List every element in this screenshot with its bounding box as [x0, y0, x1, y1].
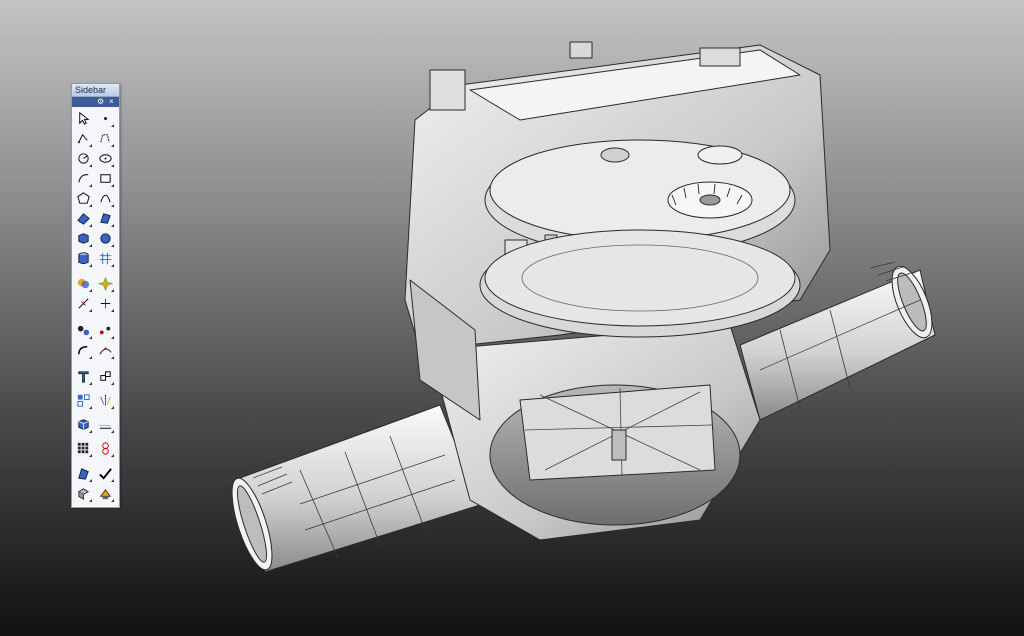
boolean-icon[interactable] [75, 275, 92, 292]
arc-icon[interactable] [75, 170, 92, 187]
submenu-indicator [89, 184, 92, 187]
fillet-icon[interactable] [75, 342, 92, 359]
join-icon[interactable] [97, 342, 114, 359]
submenu-indicator [111, 309, 114, 312]
polygon-icon[interactable] [75, 190, 92, 207]
submenu-indicator [89, 454, 92, 457]
submenu-indicator [111, 124, 114, 127]
submenu-indicator [89, 382, 92, 385]
sidebar-title: Sidebar [72, 84, 119, 97]
split-icon[interactable] [97, 295, 114, 312]
ellipse-icon[interactable] [97, 150, 114, 167]
submenu-indicator [111, 356, 114, 359]
grid-icon[interactable] [75, 440, 92, 457]
submenu-indicator [89, 204, 92, 207]
submenu-indicator [89, 356, 92, 359]
submenu-indicator [89, 244, 92, 247]
trim-icon[interactable] [75, 295, 92, 312]
circle-icon[interactable] [75, 150, 92, 167]
sidebar-header-strip: ⚙ × [72, 97, 119, 107]
submenu-indicator [111, 382, 114, 385]
curve-tools-icon[interactable] [97, 190, 114, 207]
sphere-solid-icon[interactable] [97, 230, 114, 247]
submenu-indicator [89, 336, 92, 339]
submenu-indicator [111, 479, 114, 482]
submenu-indicator [111, 184, 114, 187]
submenu-indicator [89, 264, 92, 267]
inlet-pipe-left [231, 404, 481, 573]
submenu-indicator [111, 499, 114, 502]
submenu-indicator [111, 224, 114, 227]
sidebar-panel[interactable]: Sidebar ⚙ × [71, 83, 120, 508]
model-viewport[interactable] [0, 0, 1024, 636]
lower-body [429, 324, 761, 541]
hide-icon[interactable] [75, 485, 92, 502]
point-icon[interactable] [97, 110, 114, 127]
submenu-indicator [89, 224, 92, 227]
explode-icon[interactable] [97, 275, 114, 292]
submenu-indicator [111, 144, 114, 147]
submenu-indicator [89, 289, 92, 292]
mesh-icon[interactable] [97, 250, 114, 267]
analyze-icon[interactable] [97, 440, 114, 457]
submenu-indicator [111, 430, 114, 433]
submenu-indicator [111, 164, 114, 167]
curve-control-points-icon[interactable] [97, 130, 114, 147]
close-icon[interactable]: × [109, 97, 114, 107]
submenu-indicator [111, 289, 114, 292]
submenu-indicator [111, 264, 114, 267]
array-icon[interactable] [75, 392, 92, 409]
lower-support-plate [479, 229, 801, 338]
surface-icon[interactable] [75, 210, 92, 227]
cylinder-solid-icon[interactable] [75, 250, 92, 267]
text-icon[interactable] [75, 368, 92, 385]
submenu-indicator [89, 499, 92, 502]
surface-edit-icon[interactable] [97, 210, 114, 227]
check-icon[interactable] [97, 465, 114, 482]
submenu-indicator [111, 244, 114, 247]
group-icon[interactable] [75, 322, 92, 339]
lock-icon[interactable] [97, 485, 114, 502]
submenu-indicator [111, 454, 114, 457]
water-meter-model[interactable] [224, 41, 940, 574]
dimension-icon[interactable] [97, 416, 114, 433]
submenu-indicator [89, 479, 92, 482]
submenu-indicator [89, 430, 92, 433]
point-edit-icon[interactable] [97, 322, 114, 339]
block-icon[interactable] [75, 416, 92, 433]
submenu-indicator [89, 406, 92, 409]
mirror-icon[interactable] [97, 392, 114, 409]
gear-icon[interactable]: ⚙ [97, 97, 104, 107]
submenu-indicator [89, 309, 92, 312]
render-icon[interactable] [75, 465, 92, 482]
select-arrow-icon[interactable] [75, 110, 92, 127]
submenu-indicator [89, 144, 92, 147]
submenu-indicator [111, 336, 114, 339]
transform-icon[interactable] [97, 368, 114, 385]
submenu-indicator [111, 204, 114, 207]
box-solid-icon[interactable] [75, 230, 92, 247]
submenu-indicator [111, 406, 114, 409]
rectangle-icon[interactable] [97, 170, 114, 187]
polyline-icon[interactable] [75, 130, 92, 147]
submenu-indicator [89, 164, 92, 167]
